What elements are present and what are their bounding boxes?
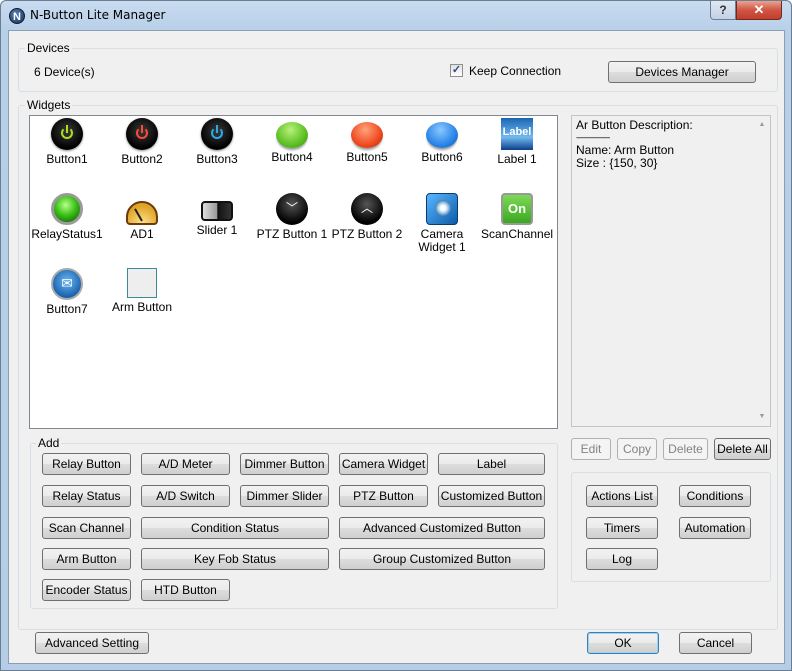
- widget-item[interactable]: Button3: [179, 118, 255, 166]
- add-camera-widget-button[interactable]: Camera Widget: [339, 453, 428, 475]
- widget-label: Button1: [46, 152, 88, 166]
- power-button-blue-icon: [201, 118, 233, 150]
- widget-item[interactable]: AD1: [104, 193, 180, 241]
- widget-item[interactable]: Slider 1: [179, 193, 255, 237]
- widget-item[interactable]: Button4: [254, 118, 330, 164]
- widget-label: Button7: [46, 302, 88, 316]
- camera-icon: [426, 193, 458, 225]
- widget-label: PTZ Button 2: [331, 227, 403, 241]
- scroll-down-arrow-icon[interactable]: ▼: [757, 412, 767, 422]
- add-advanced-customized-button[interactable]: Advanced Customized Button: [339, 517, 545, 539]
- timers-button[interactable]: Timers: [586, 517, 658, 539]
- dialog-client-area: Devices 6 Device(s) ✓ Keep Connection De…: [8, 30, 785, 664]
- add-dimmer-slider-button[interactable]: Dimmer Slider: [240, 485, 329, 507]
- description-line: Size : {150, 30}: [576, 156, 658, 170]
- widget-item[interactable]: Camera Widget 1: [404, 193, 480, 254]
- widget-item[interactable]: Arm Button: [104, 268, 180, 314]
- description-line: Ar Button Description:: [576, 118, 693, 132]
- devices-group-label: Devices: [25, 41, 72, 55]
- add-group-label: Add: [36, 436, 62, 450]
- description-scrollbar[interactable]: ▲ ▼: [755, 117, 769, 425]
- widget-item[interactable]: Label Label 1: [479, 118, 555, 166]
- log-button[interactable]: Log: [586, 548, 658, 570]
- scroll-up-arrow-icon[interactable]: ▲: [757, 120, 767, 130]
- dialog-window: N N-Button Lite Manager ? ✕ Devices 6 De…: [0, 0, 792, 671]
- app-logo-icon: N: [9, 8, 25, 24]
- widget-label: Arm Button: [111, 300, 173, 314]
- conditions-button[interactable]: Conditions: [679, 485, 751, 507]
- device-count: 6 Device(s): [34, 65, 95, 79]
- widget-item[interactable]: RelayStatus1: [29, 193, 105, 241]
- add-ad-meter-button[interactable]: A/D Meter: [141, 453, 230, 475]
- widget-label: Camera Widget 1: [418, 227, 466, 254]
- arm-button-icon: [127, 268, 157, 298]
- add-group-customized-button[interactable]: Group Customized Button: [339, 548, 545, 570]
- help-button[interactable]: ?: [710, 1, 736, 20]
- description-box[interactable]: Ar Button Description: -----------------…: [571, 115, 771, 427]
- add-ad-switch-button[interactable]: A/D Switch: [141, 485, 230, 507]
- widget-item[interactable]: ✉ Button7: [29, 268, 105, 316]
- widget-label: Slider 1: [196, 223, 238, 237]
- title-bar[interactable]: N N-Button Lite Manager ? ✕: [1, 1, 791, 29]
- widget-label: Button3: [196, 152, 238, 166]
- add-encoder-status-button[interactable]: Encoder Status: [42, 579, 131, 601]
- add-label-button[interactable]: Label: [438, 453, 545, 475]
- widget-label: Label 1: [497, 152, 537, 166]
- advanced-setting-button[interactable]: Advanced Setting: [35, 632, 149, 654]
- ptz-up-icon: ︿: [351, 193, 383, 225]
- copy-button[interactable]: Copy: [617, 438, 657, 460]
- red-dome-button-icon: [351, 122, 383, 148]
- green-dome-button-icon: [276, 122, 308, 148]
- widget-label: Button6: [421, 150, 463, 164]
- widget-label: ScanChannel 1: [481, 228, 553, 242]
- delete-button[interactable]: Delete: [663, 438, 708, 460]
- power-button-red-icon: [126, 118, 158, 150]
- cancel-button[interactable]: Cancel: [679, 632, 752, 654]
- add-htd-button[interactable]: HTD Button: [141, 579, 230, 601]
- ptz-down-icon: ﹀: [276, 193, 308, 225]
- window-title: N-Button Lite Manager: [30, 8, 166, 22]
- add-scan-channel-button[interactable]: Scan Channel: [42, 517, 131, 539]
- widget-label: AD1: [130, 227, 154, 241]
- scan-channel-on-icon: On: [501, 193, 533, 225]
- widgets-group-label: Widgets: [25, 98, 73, 112]
- relay-status-icon: [51, 193, 83, 225]
- widget-label: Button4: [271, 150, 313, 164]
- widget-label: Button5: [346, 150, 388, 164]
- keep-connection-label[interactable]: Keep Connection: [469, 64, 561, 78]
- widget-item[interactable]: Button5: [329, 118, 405, 164]
- widget-item[interactable]: On ScanChannel 1: [479, 193, 555, 242]
- add-dimmer-button[interactable]: Dimmer Button: [240, 453, 329, 475]
- widget-item[interactable]: Button2: [104, 118, 180, 166]
- power-button-green-icon: [51, 118, 83, 150]
- add-condition-status-button[interactable]: Condition Status: [141, 517, 329, 539]
- slider-icon: [201, 201, 233, 221]
- edit-button[interactable]: Edit: [571, 438, 611, 460]
- add-relay-status-button[interactable]: Relay Status: [42, 485, 131, 507]
- add-customized-button[interactable]: Customized Button: [438, 485, 545, 507]
- mail-button-icon: ✉: [51, 268, 83, 300]
- add-arm-button[interactable]: Arm Button: [42, 548, 131, 570]
- keep-connection-checkbox[interactable]: ✓: [450, 64, 463, 77]
- widget-item[interactable]: Button6: [404, 118, 480, 164]
- add-ptz-button[interactable]: PTZ Button: [339, 485, 428, 507]
- widget-label: RelayStatus1: [31, 227, 103, 241]
- automation-button[interactable]: Automation: [679, 517, 751, 539]
- ok-button[interactable]: OK: [587, 632, 659, 654]
- add-key-fob-status-button[interactable]: Key Fob Status: [141, 548, 329, 570]
- widget-item[interactable]: Button1: [29, 118, 105, 166]
- add-relay-button[interactable]: Relay Button: [42, 453, 131, 475]
- actions-list-button[interactable]: Actions List: [586, 485, 658, 507]
- widget-list[interactable]: Button1 Button2 Button3 Button4 Button5 …: [29, 115, 558, 429]
- widget-label: PTZ Button 1: [256, 227, 328, 241]
- blue-dome-button-icon: [426, 122, 458, 148]
- gauge-icon: [126, 201, 158, 225]
- label-icon: Label: [501, 118, 533, 150]
- widget-item[interactable]: ﹀ PTZ Button 1: [254, 193, 330, 241]
- delete-all-button[interactable]: Delete All: [714, 438, 771, 460]
- widget-label: Button2: [121, 152, 163, 166]
- close-button[interactable]: ✕: [736, 1, 782, 20]
- devices-manager-button[interactable]: Devices Manager: [608, 61, 756, 83]
- widget-item[interactable]: ︿ PTZ Button 2: [329, 193, 405, 241]
